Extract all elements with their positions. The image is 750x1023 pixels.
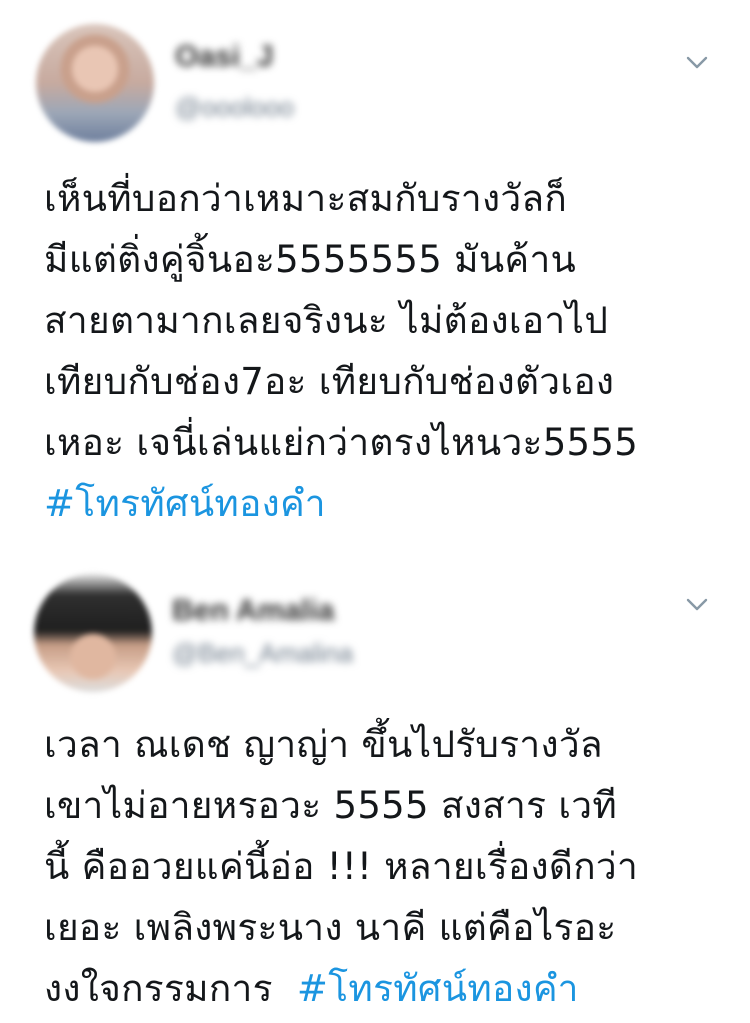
tweet-line: เวลา ณเดช ญาญ่า ขึ้นไปรับรางวัล [44,723,603,766]
hashtag-link[interactable]: #โทรทัศน์ทองคำ [44,473,724,534]
tweet-line: เทียบกับช่อง7อะ เทียบกับช่องตัวเอง [44,360,615,403]
tweet-line: เขาไม่อายหรอวะ 5555 สงสาร เวที [44,784,618,827]
chevron-down-icon[interactable] [686,56,708,70]
tweet-line: เยอะ เพลิงพระนาง นาคี แต่คือไรอะ [44,906,617,949]
tweet-line-text: งงใจกรรมการ [44,967,273,1010]
tweet-line: เหอะ เจนี่เล่นแย่กว่าตรงไหนวะ5555 [44,421,639,464]
display-name[interactable]: Oasi_J [175,40,273,74]
tweet-line: มีแต่ติ่งคู่จิ้นอะ5555555 มันค้าน [44,238,577,281]
tweet-line: นี้ คืออวยแค่นี้อ่อ !!! หลายเรื่องดีกว่า [44,845,639,888]
tweet-text: เวลา ณเดช ญาญ่า ขึ้นไปรับรางวัล เขาไม่อา… [44,714,724,1019]
tweet-line: สายตามากเลยจริงนะ ไม่ต้องเอาไป [44,299,609,342]
tweet-card[interactable]: Oasi_J @ooolooo เห็นที่บอกว่าเหมาะสมกับร… [0,0,750,540]
avatar[interactable] [34,574,152,692]
tweet-last-line: งงใจกรรมการ #โทรทัศน์ทองคำ [44,958,724,1019]
tweet-text: เห็นที่บอกว่าเหมาะสมกับรางวัลก็ มีแต่ติ่… [44,168,724,534]
user-handle[interactable]: @Ben_Amalina [172,638,353,669]
user-handle[interactable]: @ooolooo [175,92,294,123]
tweet-card[interactable]: Ben Amalia @Ben_Amalina เวลา ณเดช ญาญ่า … [0,560,750,1023]
chevron-down-icon[interactable] [686,598,708,612]
hashtag-link[interactable]: #โทรทัศน์ทองคำ [297,967,579,1010]
tweet-line: เห็นที่บอกว่าเหมาะสมกับรางวัลก็ [44,177,568,220]
avatar[interactable] [36,24,154,142]
display-name[interactable]: Ben Amalia [172,594,334,628]
